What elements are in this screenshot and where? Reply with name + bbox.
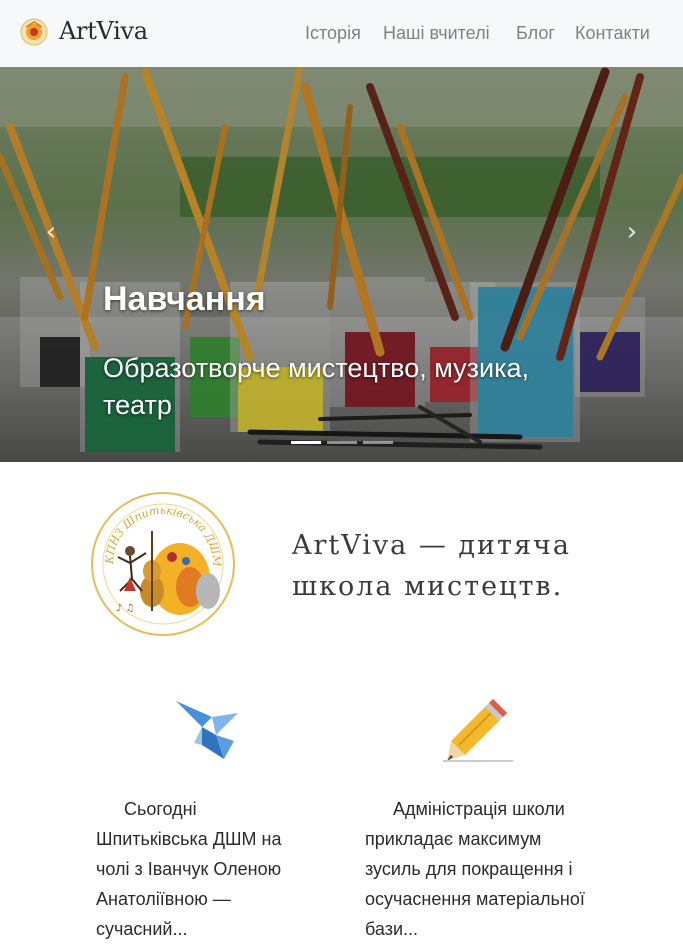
hero-carousel: ‹ › Навчання Образотворче мистецтво, муз… bbox=[0, 67, 683, 462]
nav-link-history[interactable]: Історія bbox=[305, 23, 361, 44]
pencil-icon bbox=[443, 695, 513, 763]
svg-text:♪ ♫: ♪ ♫ bbox=[116, 603, 135, 614]
nav-link-teachers[interactable]: Наші вчителі bbox=[383, 23, 490, 44]
brand-name[interactable]: ArtViva bbox=[59, 17, 148, 45]
navbar: ArtViva Історія Наші вчителі Блог Контак… bbox=[0, 0, 683, 68]
nav-link-contacts[interactable]: Контакти bbox=[575, 23, 650, 44]
chevron-left-icon: ‹ bbox=[45, 217, 57, 247]
carousel-next-button[interactable]: › bbox=[617, 217, 647, 247]
origami-bird-icon bbox=[172, 695, 242, 763]
carousel-indicator-3[interactable] bbox=[363, 441, 393, 444]
sun-flower-logo-icon[interactable] bbox=[20, 18, 48, 46]
slide-title: Навчання bbox=[103, 280, 266, 318]
carousel-prev-button[interactable]: ‹ bbox=[36, 217, 66, 247]
school-emblem-logo: КПНЗ Шпитьківська ДШМ ♪ ♫ bbox=[90, 491, 236, 637]
school-tagline: ArtViva — дитяча школа мистецтв. bbox=[292, 530, 571, 602]
carousel-indicator-2[interactable] bbox=[327, 441, 357, 444]
chevron-right-icon: › bbox=[626, 217, 638, 247]
carousel-indicator-1[interactable] bbox=[291, 441, 321, 444]
feature-text-2: Адміністрація школи прикладає максимум з… bbox=[365, 799, 585, 939]
nav-link-blog[interactable]: Блог bbox=[516, 23, 555, 44]
feature-text-1: Сьогодні Шпитьківська ДШМ на чолі з Іван… bbox=[96, 799, 282, 939]
slide-subtitle: Образотворче мистецтво, музика, театр bbox=[103, 353, 529, 420]
